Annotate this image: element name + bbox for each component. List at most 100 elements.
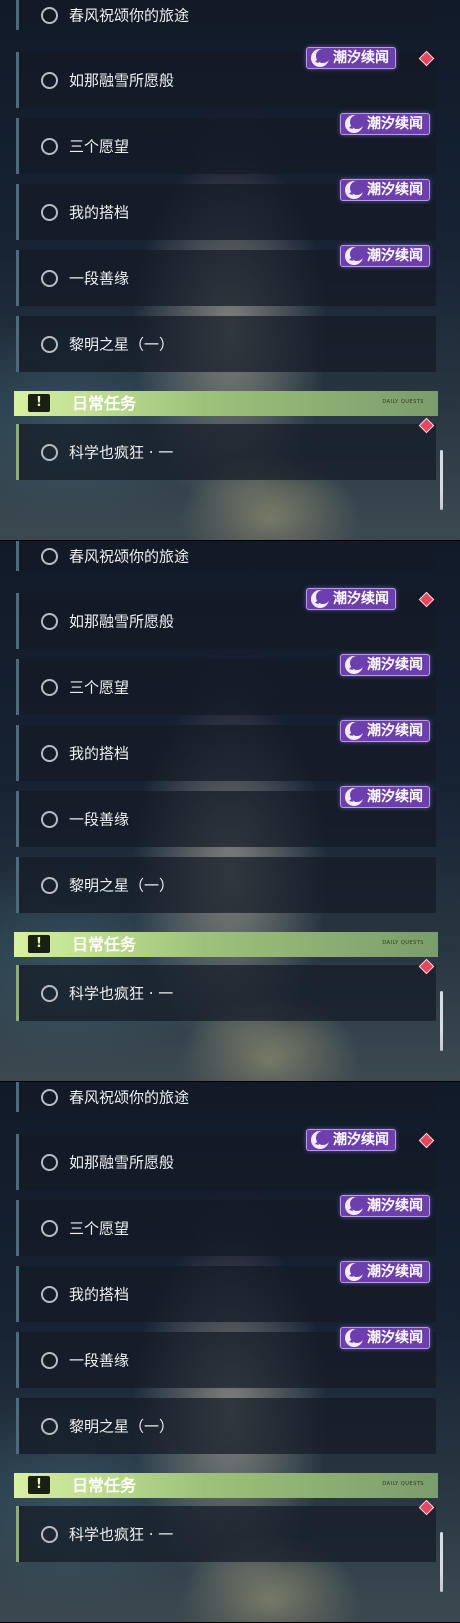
moon-star-icon [345, 722, 364, 740]
quest-label: 春风祝颂你的旅途 [69, 1088, 190, 1107]
badge-label: 潮汐续闻 [367, 789, 423, 805]
moon-star-icon [345, 788, 364, 806]
quest-status-circle-icon [41, 613, 58, 630]
quest-status-circle-icon [41, 1220, 58, 1237]
quest-status-circle-icon [41, 985, 58, 1002]
quest-label: 一段善缘 [69, 810, 130, 829]
quest-status-circle-icon [41, 1154, 58, 1171]
moon-star-icon [311, 49, 330, 67]
badge-label: 潮汐续闻 [367, 182, 423, 198]
quest-status-circle-icon [41, 72, 58, 89]
quest-status-circle-icon [41, 444, 58, 461]
daily-quest-row[interactable]: 科学也疯狂 · 一 [16, 424, 436, 480]
quest-label: 一段善缘 [69, 1351, 130, 1370]
quest-status-circle-icon [41, 811, 58, 828]
quest-status-circle-icon [41, 679, 58, 696]
badge-label: 潮汐续闻 [367, 1264, 423, 1280]
quest-label: 如那融雪所愿般 [69, 71, 175, 90]
quest-list-screenshots: 春风祝颂你的旅途 如那融雪所愿般 三个愿望 我的搭档 一段善缘 黎明之星（一） [0, 0, 460, 1623]
quest-row[interactable]: 春风祝颂你的旅途 [16, 541, 436, 571]
quest-status-circle-icon [41, 1418, 58, 1435]
quest-row[interactable]: 春风祝颂你的旅途 [16, 0, 436, 30]
quest-panel: 春风祝颂你的旅途 如那融雪所愿般 三个愿望 我的搭档 一段善缘 黎明之星（一） [0, 1082, 460, 1623]
moon-star-icon [311, 590, 330, 608]
quest-panel: 春风祝颂你的旅途 如那融雪所愿般 三个愿望 我的搭档 一段善缘 黎明之星（一） [0, 541, 460, 1082]
quest-label: 如那融雪所愿般 [69, 612, 175, 631]
quest-label: 黎明之星（一） [69, 876, 175, 895]
quest-status-circle-icon [41, 138, 58, 155]
quest-label: 我的搭档 [69, 744, 130, 763]
section-tag: DAILY QUESTS [382, 940, 424, 946]
quest-label: 春风祝颂你的旅途 [69, 547, 190, 566]
quest-label: 三个愿望 [69, 137, 130, 156]
quest-row[interactable]: 春风祝颂你的旅途 [16, 1082, 436, 1112]
moon-star-icon [345, 1329, 364, 1347]
section-tag: DAILY QUESTS [382, 399, 424, 405]
quest-label: 科学也疯狂 · 一 [69, 443, 174, 462]
tidal-story-badge: 潮汐续闻 [306, 1129, 396, 1151]
quest-label: 我的搭档 [69, 1285, 130, 1304]
quest-status-circle-icon [41, 1352, 58, 1369]
section-title: 日常任务 [72, 1476, 137, 1495]
section-title: 日常任务 [72, 394, 137, 413]
quest-label: 科学也疯狂 · 一 [69, 1525, 174, 1544]
quest-label: 如那融雪所愿般 [69, 1153, 175, 1172]
quest-label: 三个愿望 [69, 678, 130, 697]
quest-row[interactable]: 黎明之星（一） [16, 857, 436, 913]
badge-label: 潮汐续闻 [367, 1330, 423, 1346]
quest-label: 我的搭档 [69, 203, 130, 222]
quest-row[interactable]: 黎明之星（一） [16, 316, 436, 372]
badge-label: 潮汐续闻 [367, 1198, 423, 1214]
tidal-story-badge: 潮汐续闻 [340, 1261, 430, 1283]
tidal-story-badge: 潮汐续闻 [340, 113, 430, 135]
daily-quests-header: ! 日常任务 DAILY QUESTS [14, 1473, 438, 1498]
badge-label: 潮汐续闻 [367, 116, 423, 132]
badge-label: 潮汐续闻 [333, 50, 389, 66]
quest-status-circle-icon [41, 336, 58, 353]
quest-label: 三个愿望 [69, 1219, 130, 1238]
moon-star-icon [345, 656, 364, 674]
quest-panel: 春风祝颂你的旅途 如那融雪所愿般 三个愿望 我的搭档 一段善缘 黎明之星（一） [0, 0, 460, 541]
quest-status-circle-icon [41, 1089, 58, 1106]
daily-quest-row[interactable]: 科学也疯狂 · 一 [16, 965, 436, 1021]
section-title: 日常任务 [72, 935, 137, 954]
tidal-story-badge: 潮汐续闻 [340, 1327, 430, 1349]
badge-label: 潮汐续闻 [333, 1132, 389, 1148]
badge-label: 潮汐续闻 [367, 248, 423, 264]
moon-star-icon [345, 115, 364, 133]
quest-status-circle-icon [41, 270, 58, 287]
tidal-story-badge: 潮汐续闻 [340, 179, 430, 201]
daily-quests-header: ! 日常任务 DAILY QUESTS [14, 391, 438, 416]
quest-status-circle-icon [41, 1286, 58, 1303]
quest-status-circle-icon [41, 745, 58, 762]
tidal-story-badge: 潮汐续闻 [340, 654, 430, 676]
badge-label: 潮汐续闻 [333, 591, 389, 607]
quest-status-circle-icon [41, 548, 58, 565]
quest-status-circle-icon [41, 204, 58, 221]
daily-quest-row[interactable]: 科学也疯狂 · 一 [16, 1506, 436, 1562]
background-fade [0, 1572, 460, 1622]
moon-star-icon [345, 1263, 364, 1281]
exclamation-icon: ! [28, 394, 50, 412]
background-fade [0, 490, 460, 540]
moon-star-icon [345, 247, 364, 265]
section-tag: DAILY QUESTS [382, 1481, 424, 1487]
moon-star-icon [345, 181, 364, 199]
tidal-story-badge: 潮汐续闻 [340, 720, 430, 742]
quest-row[interactable]: 黎明之星（一） [16, 1398, 436, 1454]
moon-star-icon [345, 1197, 364, 1215]
tidal-story-badge: 潮汐续闻 [306, 588, 396, 610]
badge-label: 潮汐续闻 [367, 657, 423, 673]
quest-label: 一段善缘 [69, 269, 130, 288]
badge-label: 潮汐续闻 [367, 723, 423, 739]
quest-status-circle-icon [41, 7, 58, 24]
daily-quests-header: ! 日常任务 DAILY QUESTS [14, 932, 438, 957]
exclamation-icon: ! [28, 1476, 50, 1494]
tidal-story-badge: 潮汐续闻 [340, 245, 430, 267]
background-fade [0, 1031, 460, 1081]
quest-label: 黎明之星（一） [69, 1417, 175, 1436]
tidal-story-badge: 潮汐续闻 [340, 786, 430, 808]
moon-star-icon [311, 1131, 330, 1149]
quest-status-circle-icon [41, 1526, 58, 1543]
exclamation-icon: ! [28, 935, 50, 953]
